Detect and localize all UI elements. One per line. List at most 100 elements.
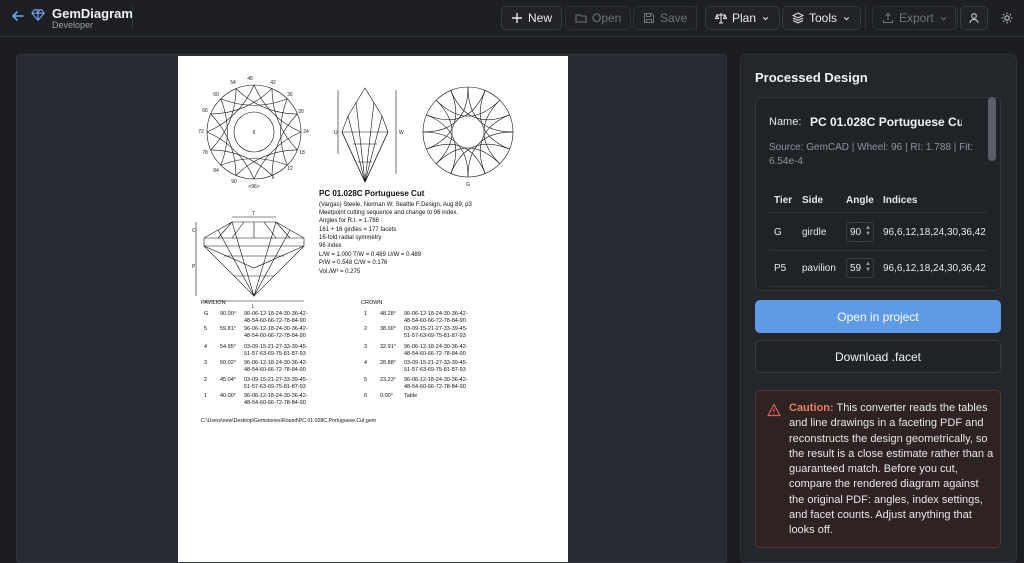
pdf-file-path: C:\Users\new\Desktop\Gemstones\Round\PC.…	[201, 418, 376, 424]
pav-line2: 48-54-60-66-72-78-84-90	[244, 400, 306, 406]
pav-angle: 59.81°	[220, 326, 236, 332]
top-toolbar: GemDiagram Developer New Open Save Plan …	[0, 0, 1024, 37]
pdf-design-title: PC 01.028C Portuguese Cut	[319, 189, 425, 198]
dial-label: 54	[230, 80, 236, 86]
name-label: Name:	[769, 116, 802, 128]
crown-angle: 48.28°	[380, 311, 396, 317]
open-button[interactable]: Open	[565, 6, 632, 30]
scale-icon	[715, 13, 727, 24]
caution-alert: Caution: This converter reads the tables…	[755, 390, 1001, 548]
dial-label: 42	[270, 80, 276, 86]
crown-tier: 5	[364, 377, 367, 383]
dial-label: 66	[202, 108, 208, 114]
dial-label: 36	[287, 92, 293, 98]
divider	[132, 6, 133, 30]
export-menu-button[interactable]: Export	[872, 6, 958, 30]
download-facet-button[interactable]: Download .facet	[755, 340, 1001, 373]
tools-menu-button[interactable]: Tools	[782, 6, 862, 30]
gem-logo-icon	[31, 9, 45, 21]
divider	[955, 6, 956, 30]
dial-label-group: 48 42 36 30 24 18 12 6 90 84 78 72 66 60…	[198, 76, 309, 190]
pav-tier: 2	[204, 377, 207, 383]
facet-line	[422, 131, 469, 178]
crown-line1: 03-09-15-21-27-33-39-45-	[404, 360, 468, 366]
crown-angle: 38.00°	[380, 326, 396, 332]
side-label-u: U	[334, 130, 338, 136]
design-summary-card[interactable]: Name: PC 01.028C Portuguese Cut Source: …	[755, 97, 1001, 291]
pav-line2: 48-54-60-66-72-78-84-90	[244, 318, 306, 324]
tools-label: Tools	[809, 11, 838, 25]
stepper-arrows-icon[interactable]: ▲ ▼	[865, 261, 871, 273]
folder-icon	[575, 14, 587, 23]
crown-angle: 32.91°	[380, 344, 396, 350]
facet-line	[253, 131, 302, 180]
caution-body: This converter reads the tables and line…	[789, 402, 994, 537]
pav-angle: 54.95°	[220, 344, 236, 350]
new-button[interactable]: New	[501, 6, 563, 30]
pdf-info-line: 96 index	[319, 243, 342, 249]
open-in-project-button[interactable]: Open in project	[755, 300, 1001, 333]
save-icon	[643, 12, 655, 24]
dial-label: 6	[272, 175, 275, 181]
card-scrollbar[interactable]	[988, 97, 996, 161]
crown-line1: 96-06-12-18-24-30-36-42-	[404, 311, 468, 317]
angle-value: 90	[850, 227, 862, 238]
pav-tier: 4	[204, 344, 207, 350]
upload-icon	[882, 12, 894, 24]
theme-toggle-button[interactable]	[994, 6, 1020, 30]
crown-angle: 0.00°	[380, 393, 393, 399]
pdf-viewer[interactable]: 48 42 36 30 24 18 12 6 90 84 78 72 66 60…	[16, 54, 727, 563]
crown-tier: 4	[364, 360, 367, 366]
pav-angle: 90.00°	[220, 311, 236, 317]
divider	[696, 6, 697, 30]
chevron-down-icon	[940, 16, 946, 20]
plan-menu-button[interactable]: Plan	[705, 6, 781, 30]
column-header-indices: Indices	[883, 195, 918, 206]
pav-line2: 48-54-60-66-72-78-84-90	[244, 333, 306, 339]
sun-icon	[1001, 12, 1013, 24]
pdf-facet-tables: PAVILION CROWN G 90.00° 96-06-12-18-24-3…	[201, 300, 468, 424]
user-icon	[969, 13, 979, 24]
app-subtitle: Developer	[52, 20, 94, 30]
chevron-down-icon	[843, 16, 850, 20]
side-label-w: W	[399, 130, 404, 136]
processed-design-panel: Processed Design Name: PC 01.028C Portug…	[740, 54, 1017, 563]
divider	[769, 250, 987, 251]
pav-tier: 1	[204, 393, 207, 399]
caution-message: Caution: This converter reads the tables…	[789, 401, 994, 539]
pdf-page: 48 42 36 30 24 18 12 6 90 84 78 72 66 60…	[178, 56, 568, 562]
profile-diagram	[195, 216, 305, 302]
pdf-info-line: Meetpoint cutting sequence and change to…	[319, 210, 458, 216]
crown-line1: 96-06-12-18-24-30-36-42-	[404, 344, 468, 350]
dial-label: 18	[299, 150, 305, 156]
crown-angle: 28.88°	[380, 360, 396, 366]
crown-line2: 48-54-60-66-72-78-84-90	[404, 384, 466, 390]
stepper-arrows-icon[interactable]: ▲ ▼	[865, 225, 871, 237]
back-arrow-icon[interactable]	[10, 8, 26, 24]
pav-angle: 45.04°	[220, 377, 236, 383]
pav-line1: 03-09-15-21-27-33-39-45-	[244, 344, 308, 350]
save-button[interactable]: Save	[633, 6, 698, 30]
crown-line1: 96-06-12-18-24-30-36-42-	[404, 377, 468, 383]
dial-label: 12	[287, 166, 293, 172]
crown-line2: 48-54-60-66-72-78-84-90	[404, 351, 466, 357]
account-button[interactable]	[960, 6, 988, 30]
new-label: New	[528, 11, 553, 25]
pav-line1: 96-06-12-18-24-30-36-42-	[244, 326, 308, 332]
pav-line1: 03-09-15-21-27-33-39-45-	[244, 377, 308, 383]
side-view-diagram	[337, 87, 397, 183]
app-title: GemDiagram	[52, 6, 133, 21]
facet-line	[467, 131, 514, 178]
angle-input[interactable]: 90 ▲ ▼	[846, 222, 874, 242]
angle-input[interactable]: 59 ▲ ▼	[846, 258, 874, 278]
dial-label: 24	[303, 129, 309, 135]
divider	[769, 212, 987, 213]
plus-icon	[512, 13, 522, 23]
panel-title: Processed Design	[755, 70, 868, 85]
crown-line2: 51-57-63-69-75-81-87-93	[404, 367, 466, 373]
dial-center-label: 6	[253, 130, 256, 136]
pdf-info-lines: (Vargas) Steele, Norman W; Seattle F Des…	[319, 202, 473, 275]
caution-heading: Caution:	[789, 402, 834, 414]
column-header-angle: Angle	[846, 195, 874, 206]
export-label: Export	[899, 11, 934, 25]
